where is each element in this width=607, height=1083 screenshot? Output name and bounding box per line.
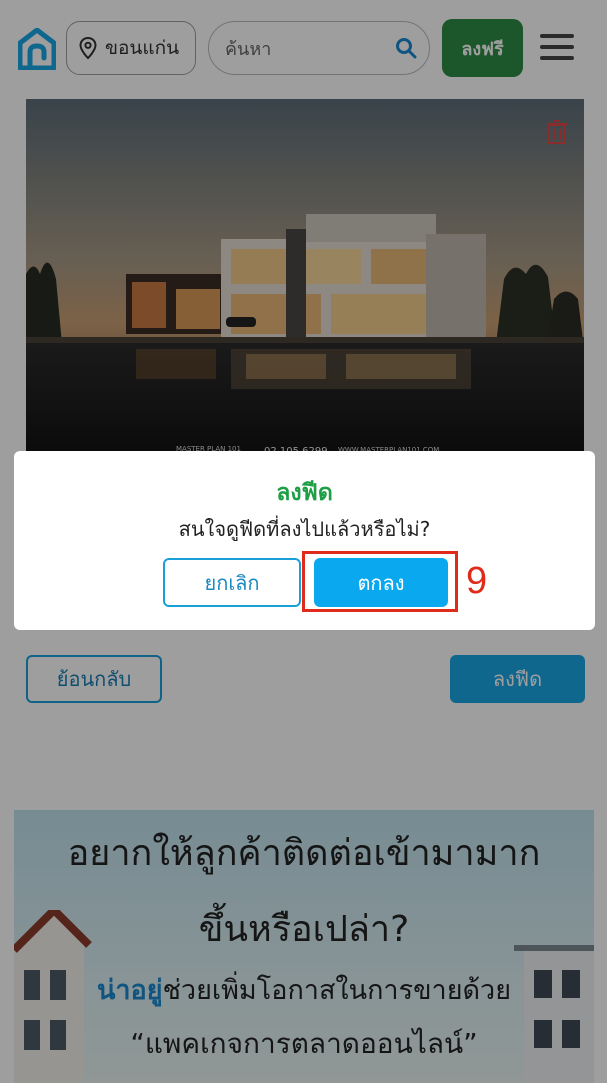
dialog-message: สนใจดูฟีดที่ลงไปแล้วหรือไม่?	[178, 517, 431, 541]
page: ขอนแก่น ลงฟรี	[0, 0, 607, 1083]
cancel-button[interactable]: ยกเลิก	[163, 558, 301, 607]
annotation-step-number: 9	[466, 560, 488, 602]
dialog-title: ลงฟีด	[276, 480, 333, 506]
annotation-highlight-box	[302, 551, 458, 612]
